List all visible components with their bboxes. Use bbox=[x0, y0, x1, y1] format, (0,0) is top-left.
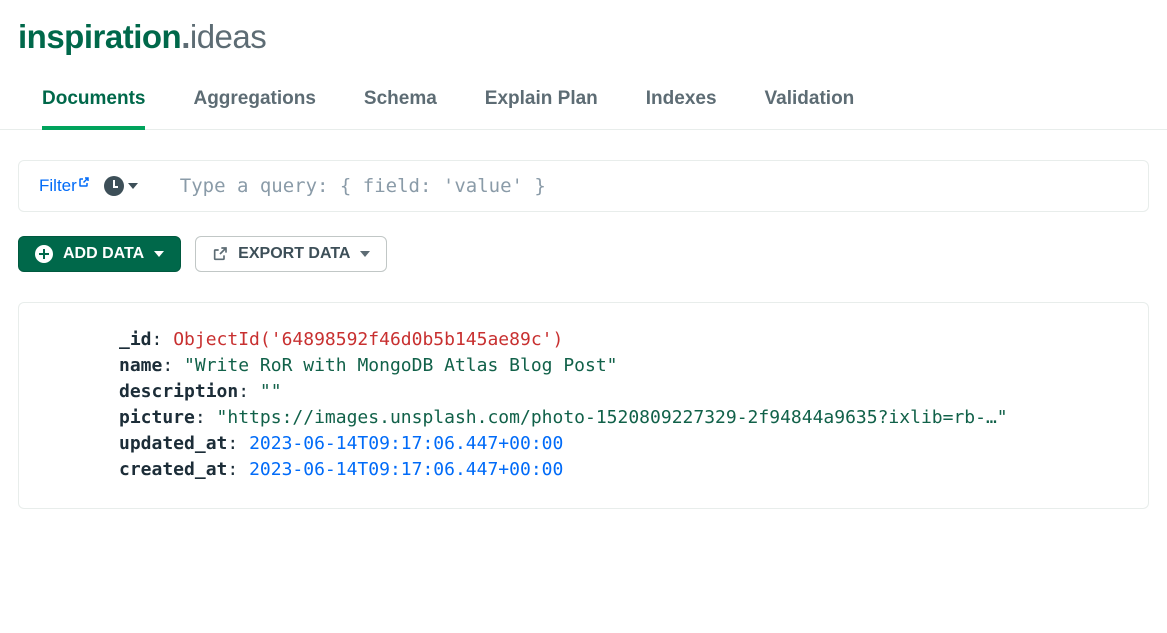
action-row: ADD DATA EXPORT DATA bbox=[18, 236, 1149, 272]
tab-documents[interactable]: Documents bbox=[42, 88, 145, 130]
tab-aggregations[interactable]: Aggregations bbox=[193, 88, 315, 129]
dot-separator: . bbox=[181, 18, 190, 55]
doc-field-updated-at: updated_at: 2023-06-14T09:17:06.447+00:0… bbox=[119, 431, 1128, 457]
query-history-button[interactable] bbox=[104, 176, 138, 196]
doc-field-id: _id: ObjectId('64898592f46d0b5b145ae89c'… bbox=[119, 327, 1128, 353]
filter-link[interactable]: Filter bbox=[39, 176, 90, 196]
database-name: inspiration bbox=[18, 18, 181, 55]
doc-field-created-at: created_at: 2023-06-14T09:17:06.447+00:0… bbox=[119, 457, 1128, 483]
tab-schema[interactable]: Schema bbox=[364, 88, 437, 129]
doc-field-picture: picture: "https://images.unsplash.com/ph… bbox=[119, 405, 1128, 431]
add-data-button[interactable]: ADD DATA bbox=[18, 236, 181, 272]
tab-explain-plan[interactable]: Explain Plan bbox=[485, 88, 598, 129]
tab-indexes[interactable]: Indexes bbox=[646, 88, 717, 129]
collection-name: ideas bbox=[190, 18, 266, 55]
filter-link-label: Filter bbox=[39, 176, 77, 196]
tab-validation[interactable]: Validation bbox=[765, 88, 855, 129]
query-input[interactable] bbox=[152, 175, 1128, 197]
collection-title: inspiration.ideas bbox=[0, 0, 1167, 58]
chevron-down-icon bbox=[360, 251, 370, 257]
document-card[interactable]: _id: ObjectId('64898592f46d0b5b145ae89c'… bbox=[18, 302, 1149, 509]
chevron-down-icon bbox=[154, 251, 164, 257]
export-data-label: EXPORT DATA bbox=[238, 245, 350, 263]
external-link-icon bbox=[78, 176, 90, 188]
add-data-label: ADD DATA bbox=[63, 245, 144, 263]
doc-field-description: description: "" bbox=[119, 379, 1128, 405]
tab-bar: Documents Aggregations Schema Explain Pl… bbox=[0, 58, 1167, 130]
doc-field-name: name: "Write RoR with MongoDB Atlas Blog… bbox=[119, 353, 1128, 379]
export-icon bbox=[212, 246, 228, 262]
filter-bar: Filter bbox=[18, 160, 1149, 212]
export-data-button[interactable]: EXPORT DATA bbox=[195, 236, 387, 272]
clock-icon bbox=[104, 176, 124, 196]
plus-circle-icon bbox=[35, 245, 53, 263]
chevron-down-icon bbox=[128, 183, 138, 189]
